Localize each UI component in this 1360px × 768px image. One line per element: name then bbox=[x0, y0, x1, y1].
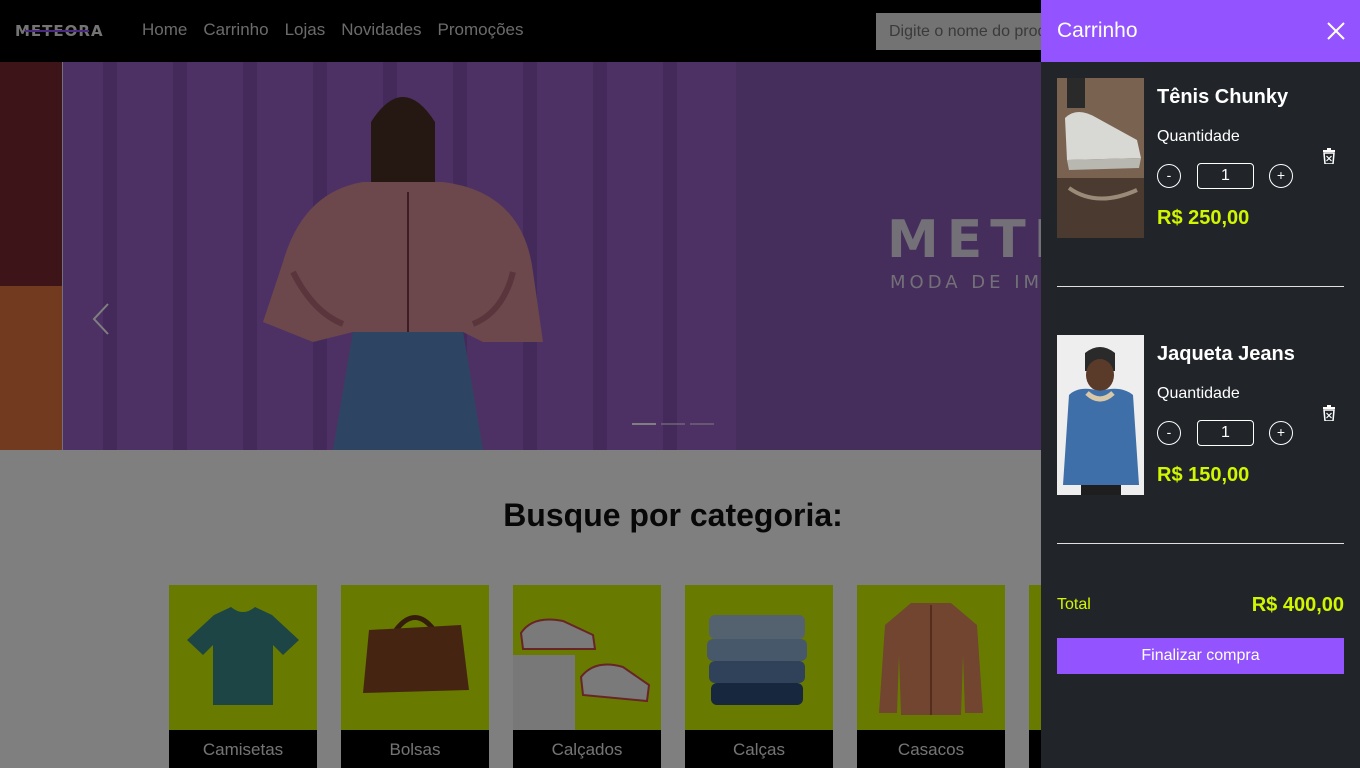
total-value: R$ 400,00 bbox=[1251, 594, 1344, 616]
checkout-button[interactable]: Finalizar compra bbox=[1057, 638, 1344, 674]
cart-item: Tênis Chunky Quantidade - 1 + R$ 250,00 bbox=[1057, 78, 1344, 238]
trash-icon[interactable] bbox=[1322, 148, 1336, 164]
cart-item-image bbox=[1057, 335, 1144, 495]
quantity-label: Quantidade bbox=[1157, 128, 1240, 145]
sneaker-photo bbox=[1057, 78, 1144, 238]
decrease-quantity-button[interactable]: - bbox=[1157, 164, 1181, 188]
quantity-input[interactable]: 1 bbox=[1197, 420, 1254, 446]
cart-item: Jaqueta Jeans Quantidade - 1 + R$ 150,00 bbox=[1057, 335, 1344, 495]
page: METEORA Home Carrinho Lojas Novidades Pr… bbox=[0, 0, 1360, 768]
close-icon[interactable] bbox=[1326, 21, 1346, 41]
cart-title: Carrinho bbox=[1057, 19, 1138, 42]
cart-item-name: Tênis Chunky bbox=[1157, 86, 1289, 108]
quantity-label: Quantidade bbox=[1157, 385, 1240, 402]
cart-panel: Carrinho Tênis Chunky Quantidade - 1 + R… bbox=[1041, 0, 1360, 768]
increase-quantity-button[interactable]: + bbox=[1269, 421, 1293, 445]
cart-item-price: R$ 150,00 bbox=[1157, 464, 1250, 486]
cart-item-name: Jaqueta Jeans bbox=[1157, 343, 1295, 365]
cart-header: Carrinho bbox=[1041, 0, 1360, 62]
trash-icon[interactable] bbox=[1322, 405, 1336, 421]
total-label: Total bbox=[1057, 596, 1091, 613]
increase-quantity-button[interactable]: + bbox=[1269, 164, 1293, 188]
divider bbox=[1057, 543, 1344, 544]
decrease-quantity-button[interactable]: - bbox=[1157, 421, 1181, 445]
cart-item-image bbox=[1057, 78, 1144, 238]
jacket-photo bbox=[1057, 335, 1144, 495]
quantity-input[interactable]: 1 bbox=[1197, 163, 1254, 189]
divider bbox=[1057, 286, 1344, 287]
cart-item-price: R$ 250,00 bbox=[1157, 207, 1250, 229]
